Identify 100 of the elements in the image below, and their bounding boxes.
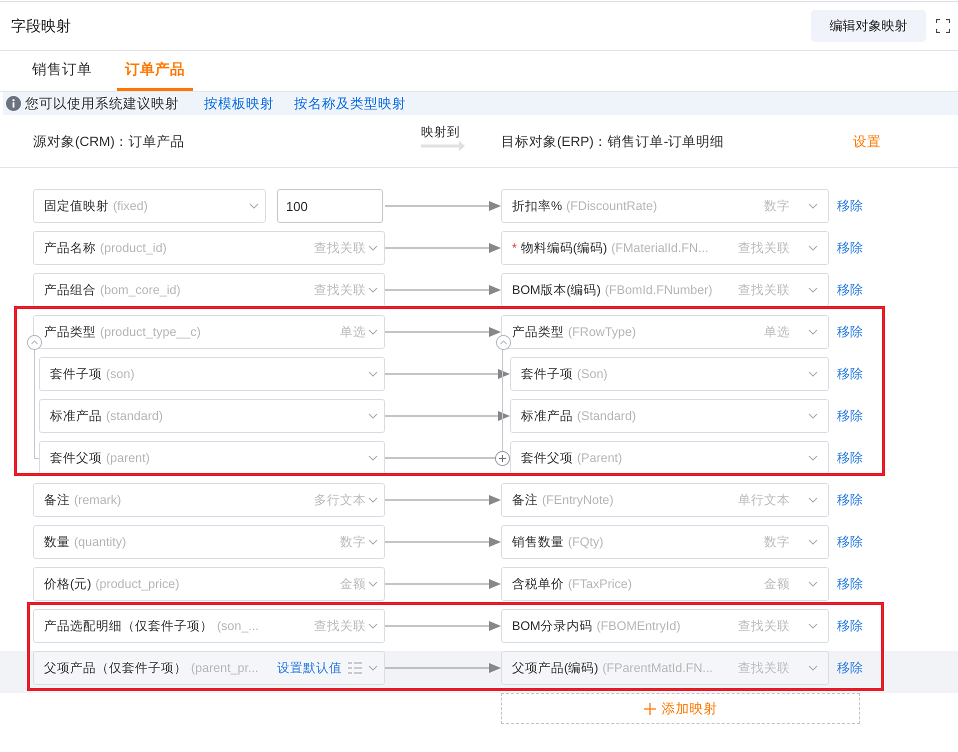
field-code: (standard)	[106, 409, 163, 423]
field-type: 查找关联	[738, 240, 790, 256]
field-code: (FEntryNote)	[542, 493, 614, 507]
field-type: 数字	[764, 534, 790, 550]
remove-link[interactable]: 移除	[837, 525, 863, 559]
window-title: 字段映射	[11, 16, 71, 36]
remove-link[interactable]: 移除	[837, 315, 863, 349]
field-type: 金额	[764, 576, 790, 592]
chevron-down-icon	[808, 245, 818, 251]
source-field-select[interactable]: 固定值映射 (fixed)	[33, 189, 266, 223]
target-field-select[interactable]: 父项产品(编码) (FParentMatId.FN... 查找关联	[501, 651, 829, 685]
remove-link[interactable]: 移除	[837, 189, 863, 223]
remove-link[interactable]: 移除	[837, 231, 863, 265]
remove-link[interactable]: 移除	[837, 609, 863, 643]
chevron-down-icon	[368, 245, 378, 251]
field-type: 单选	[764, 324, 790, 340]
suggestion-link[interactable]: 按模板映射	[204, 94, 274, 112]
field-type: 数字	[340, 534, 366, 550]
target-object-label: 目标对象(ERP)：销售订单-订单明细	[501, 132, 726, 150]
field-label: 套件子项	[50, 366, 102, 382]
field-label: 产品类型	[44, 324, 96, 340]
target-field-select[interactable]: * 物料编码(编码) (FMaterialId.FN... 查找关联	[501, 231, 829, 265]
field-code: (product_price)	[95, 577, 180, 591]
target-field-select[interactable]: 产品类型 (FRowType) 单选	[501, 315, 829, 349]
fullscreen-icon[interactable]	[936, 19, 950, 33]
tab[interactable]: 销售订单	[24, 51, 100, 91]
chevron-down-icon	[808, 623, 818, 629]
chevron-down-icon	[808, 329, 818, 335]
target-field-select[interactable]: 套件子项 (Son)	[510, 357, 829, 391]
chevron-down-icon	[808, 581, 818, 587]
field-type: 查找关联	[738, 618, 790, 634]
target-field-select[interactable]: BOM分录内码 (FBOMEntryId) 查找关联	[501, 609, 829, 643]
chevron-down-icon	[808, 665, 818, 671]
target-field-select[interactable]: 折扣率% (FDiscountRate) 数字	[501, 189, 829, 223]
target-field-select[interactable]: 含税单价 (FTaxPrice) 金额	[501, 567, 829, 601]
source-field-select[interactable]: 产品组合 (bom_core_id) 查找关联	[33, 273, 385, 307]
field-label: 标准产品	[50, 408, 102, 424]
source-field-select[interactable]: 价格(元) (product_price) 金额	[33, 567, 385, 601]
source-field-select[interactable]: 标准产品 (standard)	[39, 399, 385, 433]
field-code: (Parent)	[577, 451, 622, 465]
field-code: (FRowType)	[568, 325, 636, 339]
fixed-value-input[interactable]: 100	[277, 189, 383, 223]
source-field-select[interactable]: 父项产品（仅套件子项） (parent_pr... 设置默认值	[33, 651, 385, 685]
field-type: 查找关联	[738, 660, 790, 676]
remove-link[interactable]: 移除	[837, 651, 863, 685]
field-label: 产品类型	[512, 324, 564, 340]
remove-link[interactable]: 移除	[837, 273, 863, 307]
source-field-select[interactable]: 产品名称 (product_id) 查找关联	[33, 231, 385, 265]
add-child-icon[interactable]	[495, 451, 510, 466]
field-code: (FMaterialId.FN...	[611, 241, 708, 255]
field-label: 备注	[512, 492, 538, 508]
target-field-select[interactable]: BOM版本(编码) (FBomId.FNumber) 查找关联	[501, 273, 829, 307]
field-code: (parent_pr...	[191, 661, 258, 675]
field-type: 多行文本	[314, 492, 366, 508]
field-label: 折扣率%	[512, 198, 562, 214]
target-field-select[interactable]: 套件父项 (Parent)	[510, 441, 829, 475]
map-to-arrow-icon	[421, 141, 465, 151]
field-label: BOM版本(编码)	[512, 282, 601, 298]
chevron-down-icon	[249, 203, 259, 209]
remove-link[interactable]: 移除	[837, 483, 863, 517]
info-icon	[6, 96, 21, 111]
chevron-down-icon	[368, 455, 378, 461]
remove-link[interactable]: 移除	[837, 357, 863, 391]
source-field-select[interactable]: 数量 (quantity) 数字	[33, 525, 385, 559]
field-code: (FBomId.FNumber)	[604, 283, 712, 297]
field-code: (son)	[106, 367, 134, 381]
field-code: (product_id)	[100, 241, 167, 255]
field-code: (quantity)	[74, 535, 126, 549]
field-type: 查找关联	[314, 240, 366, 256]
field-code: (Son)	[577, 367, 608, 381]
field-code: (FBOMEntryId)	[596, 619, 681, 633]
suggestion-link[interactable]: 按名称及类型映射	[294, 94, 406, 112]
chevron-down-icon	[368, 287, 378, 293]
chevron-down-icon	[808, 287, 818, 293]
target-field-select[interactable]: 销售数量 (FQty) 数字	[501, 525, 829, 559]
chevron-down-icon	[808, 203, 818, 209]
chevron-down-icon	[808, 455, 818, 461]
field-code: (remark)	[74, 493, 122, 507]
target-field-select[interactable]: 备注 (FEntryNote) 单行文本	[501, 483, 829, 517]
field-label: 产品名称	[44, 240, 96, 256]
field-code: (bom_core_id)	[100, 283, 181, 297]
edit-object-mapping-button[interactable]: 编辑对象映射	[811, 10, 926, 42]
source-field-select[interactable]: 产品选配明细（仅套件子项） (son_... 查找关联	[33, 609, 385, 643]
remove-link[interactable]: 移除	[837, 441, 863, 475]
chevron-down-icon	[808, 497, 818, 503]
field-code: (son_...	[217, 619, 259, 633]
field-label: 销售数量	[512, 534, 564, 550]
source-field-select[interactable]: 套件父项 (parent)	[39, 441, 385, 475]
source-field-select[interactable]: 备注 (remark) 多行文本	[33, 483, 385, 517]
remove-link[interactable]: 移除	[837, 567, 863, 601]
chevron-down-icon	[368, 581, 378, 587]
list-icon	[348, 662, 362, 674]
source-field-select[interactable]: 套件子项 (son)	[39, 357, 385, 391]
chevron-down-icon	[368, 413, 378, 419]
field-type: 查找关联	[314, 618, 366, 634]
set-default-link[interactable]: 设置默认值	[277, 660, 342, 676]
field-label: 套件子项	[521, 366, 573, 382]
source-field-select[interactable]: 产品类型 (product_type__c) 单选	[33, 315, 385, 349]
remove-link[interactable]: 移除	[837, 399, 863, 433]
target-field-select[interactable]: 标准产品 (Standard)	[510, 399, 829, 433]
